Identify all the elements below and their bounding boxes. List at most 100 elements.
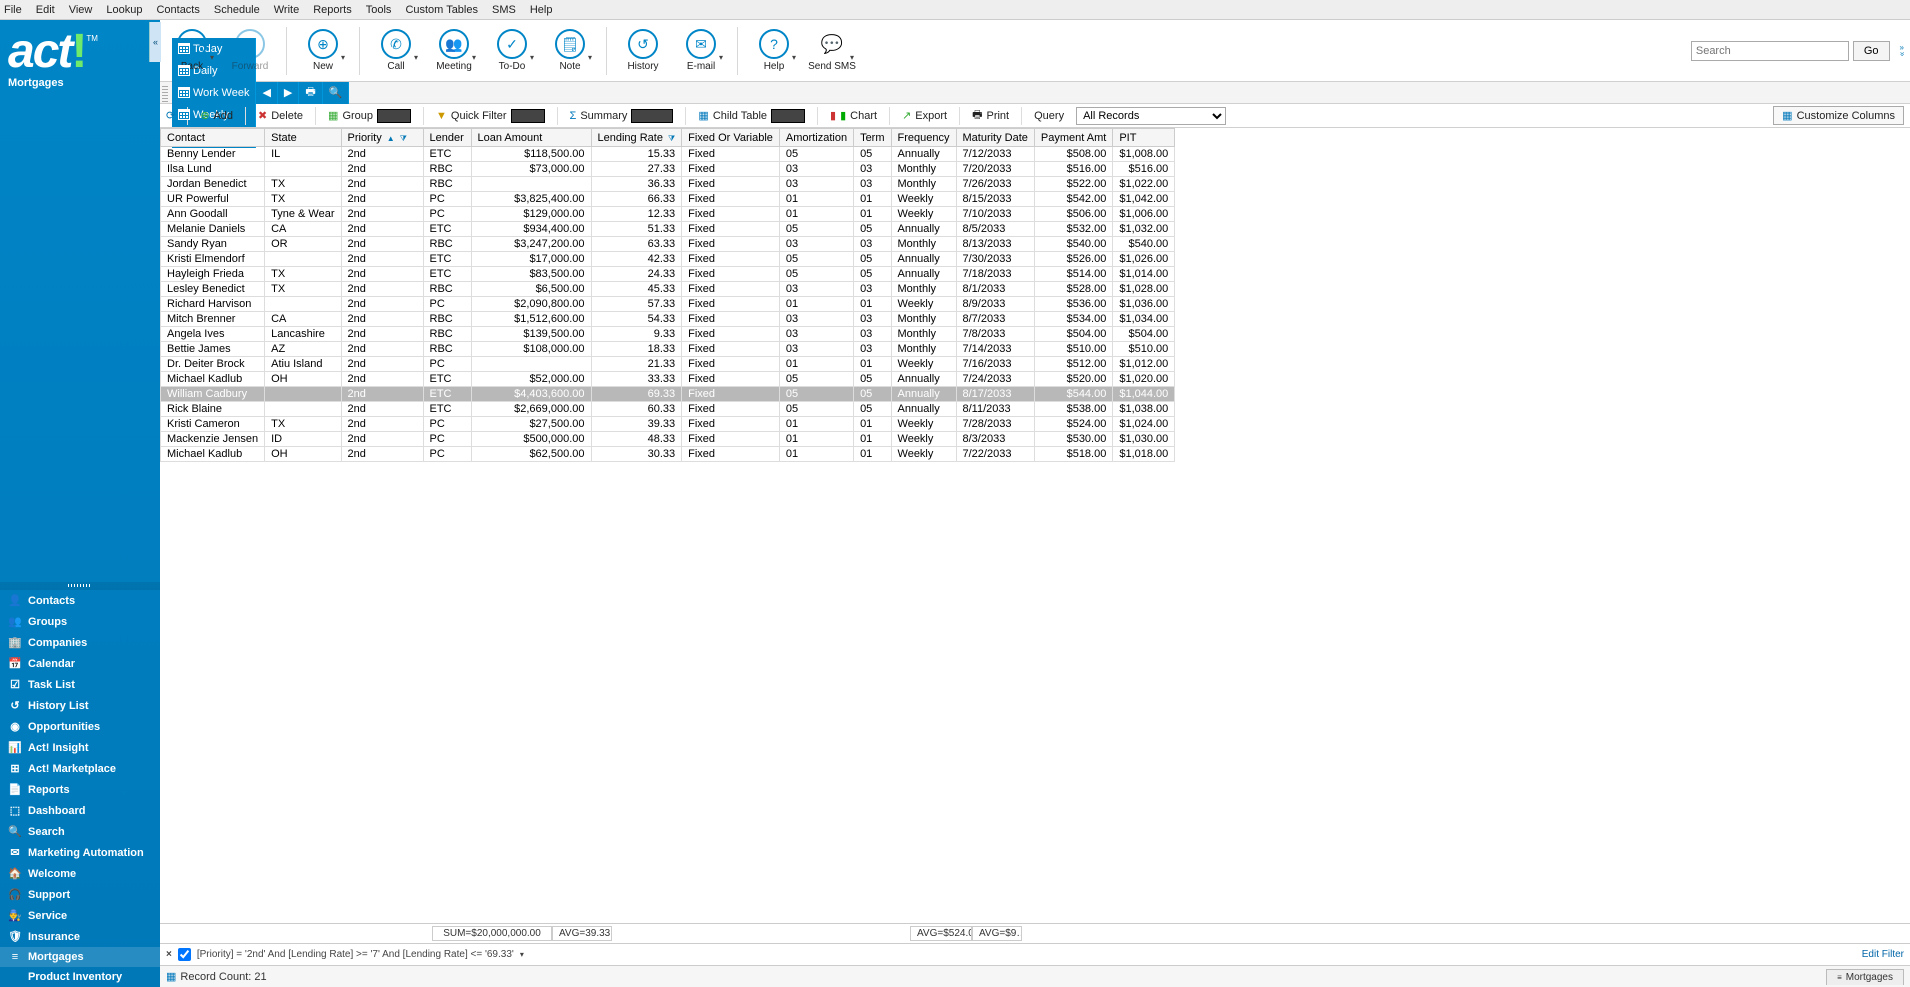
menu-custom-tables[interactable]: Custom Tables bbox=[405, 4, 478, 16]
help-button[interactable]: ?▾Help bbox=[748, 29, 800, 72]
table-row[interactable]: Ilsa Lund2ndRBC$73,000.0027.33Fixed0303M… bbox=[161, 162, 1175, 177]
table-row[interactable]: Angela IvesLancashire2ndRBC$139,500.009.… bbox=[161, 327, 1175, 342]
table-row[interactable]: Bettie JamesAZ2ndRBC$108,000.0018.33Fixe… bbox=[161, 342, 1175, 357]
sidebar-item-opportunities[interactable]: ◉Opportunities bbox=[0, 716, 160, 737]
forward-button[interactable]: →Forward bbox=[224, 29, 276, 72]
customize-columns-button[interactable]: ▦Customize Columns bbox=[1773, 106, 1904, 125]
sidebar-item-product-inventory[interactable]: Product Inventory bbox=[0, 967, 160, 987]
col-pamt[interactable]: Payment Amt bbox=[1034, 129, 1112, 147]
menu-write[interactable]: Write bbox=[274, 4, 299, 16]
sidebar-item-companies[interactable]: 🏢Companies bbox=[0, 632, 160, 653]
sidebar-item-history-list[interactable]: ↺History List bbox=[0, 695, 160, 716]
table-row[interactable]: Benny LenderIL2ndETC$118,500.0015.33Fixe… bbox=[161, 147, 1175, 162]
menu-schedule[interactable]: Schedule bbox=[214, 4, 260, 16]
viewtab-work-week[interactable]: Work Week bbox=[172, 82, 256, 104]
view-print[interactable]: 🖶 bbox=[299, 82, 322, 104]
table-row[interactable]: UR PowerfulTX2ndPC$3,825,400.0066.33Fixe… bbox=[161, 192, 1175, 207]
new-button[interactable]: ⊕▾New bbox=[297, 29, 349, 72]
menu-reports[interactable]: Reports bbox=[313, 4, 352, 16]
status-tab-mortgages[interactable]: ≡Mortgages bbox=[1826, 969, 1904, 985]
quickfilter-button[interactable]: ▼Quick Filter bbox=[436, 109, 545, 123]
sidebar-item-act-marketplace[interactable]: ⊞Act! Marketplace bbox=[0, 758, 160, 779]
table-row[interactable]: Mitch BrennerCA2ndRBC$1,512,600.0054.33F… bbox=[161, 312, 1175, 327]
email-button[interactable]: ✉▾E-mail bbox=[675, 29, 727, 72]
view-next[interactable]: ▶ bbox=[278, 82, 299, 104]
col-lender[interactable]: Lender bbox=[423, 129, 471, 147]
menu-contacts[interactable]: Contacts bbox=[156, 4, 199, 16]
childtable-button[interactable]: ▦Child Table bbox=[698, 109, 805, 123]
sidebar-item-search[interactable]: 🔍Search bbox=[0, 821, 160, 842]
sidebar-item-support[interactable]: 🎧Support bbox=[0, 884, 160, 905]
col-term[interactable]: Term bbox=[854, 129, 891, 147]
table-row[interactable]: Jordan BenedictTX2ndRBC36.33Fixed0303Mon… bbox=[161, 177, 1175, 192]
print-button[interactable]: 🖶Print bbox=[972, 106, 1009, 125]
todo-button[interactable]: ✓▾To-Do bbox=[486, 29, 538, 72]
delete-button[interactable]: ✖Delete bbox=[258, 109, 303, 122]
sidebar-item-contacts[interactable]: 👤Contacts bbox=[0, 590, 160, 611]
childtable-color-swatch[interactable] bbox=[771, 109, 805, 123]
history-button[interactable]: ↺History bbox=[617, 29, 669, 72]
table-row[interactable]: Rick Blaine2ndETC$2,669,000.0060.33Fixed… bbox=[161, 402, 1175, 417]
col-pit[interactable]: PIT bbox=[1113, 129, 1175, 147]
go-button[interactable]: Go bbox=[1853, 41, 1890, 61]
sidebar-item-dashboard[interactable]: ⬚Dashboard bbox=[0, 800, 160, 821]
sidebar-item-groups[interactable]: 👥Groups bbox=[0, 611, 160, 632]
note-button[interactable]: 🗒▾Note bbox=[544, 29, 596, 72]
col-loan[interactable]: Loan Amount bbox=[471, 129, 591, 147]
meeting-button[interactable]: 👥▾Meeting bbox=[428, 29, 480, 72]
export-button[interactable]: ↗Export bbox=[902, 109, 947, 122]
group-button[interactable]: ▦Group bbox=[328, 109, 411, 123]
filter-color-swatch[interactable] bbox=[511, 109, 545, 123]
summary-color-swatch[interactable] bbox=[631, 109, 673, 123]
sidebar-item-marketing-automation[interactable]: ✉Marketing Automation bbox=[0, 842, 160, 863]
col-state[interactable]: State bbox=[265, 129, 341, 147]
table-row[interactable]: Melanie DanielsCA2ndETC$934,400.0051.33F… bbox=[161, 222, 1175, 237]
view-search[interactable]: 🔍 bbox=[323, 82, 350, 104]
query-select[interactable]: All Records bbox=[1076, 107, 1226, 125]
table-row[interactable]: Ann GoodallTyne & Wear2ndPC$129,000.0012… bbox=[161, 207, 1175, 222]
col-priority[interactable]: Priority ▲ ⧩ bbox=[341, 129, 423, 147]
table-row[interactable]: Mackenzie JensenID2ndPC$500,000.0048.33F… bbox=[161, 432, 1175, 447]
refresh-button[interactable]: ⟳ bbox=[166, 109, 175, 122]
table-row[interactable]: Michael KadlubOH2ndPC$62,500.0030.33Fixe… bbox=[161, 447, 1175, 462]
toolbar-overflow[interactable]: »» bbox=[1900, 45, 1904, 57]
viewtabs-grip[interactable] bbox=[162, 84, 168, 102]
sidebar-item-service[interactable]: 👨‍🔧Service bbox=[0, 905, 160, 926]
filter-enabled-checkbox[interactable] bbox=[178, 948, 191, 961]
sidebar-item-welcome[interactable]: 🏠Welcome bbox=[0, 863, 160, 884]
col-amort[interactable]: Amortization bbox=[779, 129, 853, 147]
sidebar-item-reports[interactable]: 📄Reports bbox=[0, 779, 160, 800]
call-button[interactable]: ✆▾Call bbox=[370, 29, 422, 72]
menu-view[interactable]: View bbox=[69, 4, 93, 16]
view-prev[interactable]: ◀ bbox=[256, 82, 277, 104]
menu-tools[interactable]: Tools bbox=[366, 4, 392, 16]
table-row[interactable]: Michael KadlubOH2ndETC$52,000.0033.33Fix… bbox=[161, 372, 1175, 387]
search-input[interactable] bbox=[1691, 41, 1849, 61]
chart-button[interactable]: ▮▮Chart bbox=[830, 109, 877, 122]
col-contact[interactable]: Contact bbox=[161, 129, 265, 147]
menu-sms[interactable]: SMS bbox=[492, 4, 516, 16]
menu-edit[interactable]: Edit bbox=[36, 4, 55, 16]
menu-lookup[interactable]: Lookup bbox=[106, 4, 142, 16]
group-color-swatch[interactable] bbox=[377, 109, 411, 123]
send-sms-button[interactable]: 💬▾Send SMS bbox=[806, 29, 858, 72]
col-mat[interactable]: Maturity Date bbox=[956, 129, 1034, 147]
table-row[interactable]: Lesley BenedictTX2ndRBC$6,500.0045.33Fix… bbox=[161, 282, 1175, 297]
table-row[interactable]: Kristi CameronTX2ndPC$27,500.0039.33Fixe… bbox=[161, 417, 1175, 432]
sidebar-item-act-insight[interactable]: 📊Act! Insight bbox=[0, 737, 160, 758]
table-row[interactable]: William Cadbury2ndETC$4,403,600.0069.33F… bbox=[161, 387, 1175, 402]
menu-help[interactable]: Help bbox=[530, 4, 553, 16]
sidebar-item-task-list[interactable]: ☑Task List bbox=[0, 674, 160, 695]
edit-filter-link[interactable]: Edit Filter bbox=[1862, 949, 1904, 960]
filter-close[interactable]: × bbox=[166, 949, 172, 960]
sidebar-item-calendar[interactable]: 📅Calendar bbox=[0, 653, 160, 674]
col-freq[interactable]: Frequency bbox=[891, 129, 956, 147]
table-row[interactable]: Dr. Deiter BrockAtiu Island2ndPC21.33Fix… bbox=[161, 357, 1175, 372]
col-fv[interactable]: Fixed Or Variable bbox=[682, 129, 780, 147]
data-grid[interactable]: ContactStatePriority ▲ ⧩LenderLoan Amoun… bbox=[160, 128, 1910, 923]
menu-file[interactable]: File bbox=[4, 4, 22, 16]
back-button[interactable]: ←▾Back bbox=[166, 29, 218, 72]
add-button[interactable]: ⊕Add bbox=[200, 109, 233, 122]
summary-button[interactable]: ΣSummary bbox=[570, 109, 674, 123]
table-row[interactable]: Kristi Elmendorf2ndETC$17,000.0042.33Fix… bbox=[161, 252, 1175, 267]
